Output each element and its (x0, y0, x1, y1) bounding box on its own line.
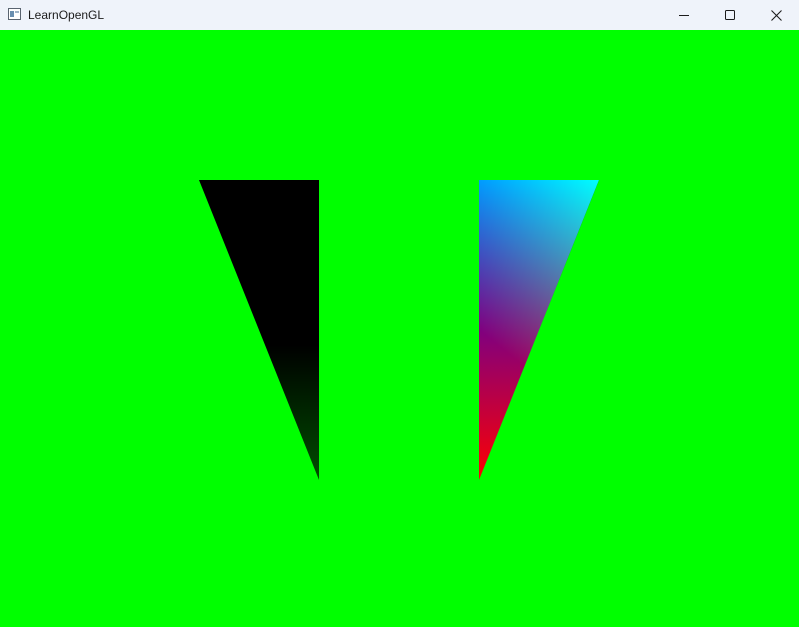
minimize-icon (679, 15, 689, 16)
left-triangle (199, 180, 319, 480)
window-title: LearnOpenGL (28, 8, 105, 22)
maximize-button[interactable] (707, 0, 753, 30)
right-triangle (479, 180, 599, 480)
window-app-icon (8, 8, 21, 20)
maximize-icon (725, 10, 735, 20)
opengl-viewport[interactable] (0, 30, 799, 627)
close-icon (770, 9, 782, 21)
title-bar[interactable]: LearnOpenGL (0, 0, 799, 30)
render-surface (199, 180, 599, 480)
minimize-button[interactable] (661, 0, 707, 30)
app-window: LearnOpenGL (0, 0, 799, 627)
close-button[interactable] (753, 0, 799, 30)
